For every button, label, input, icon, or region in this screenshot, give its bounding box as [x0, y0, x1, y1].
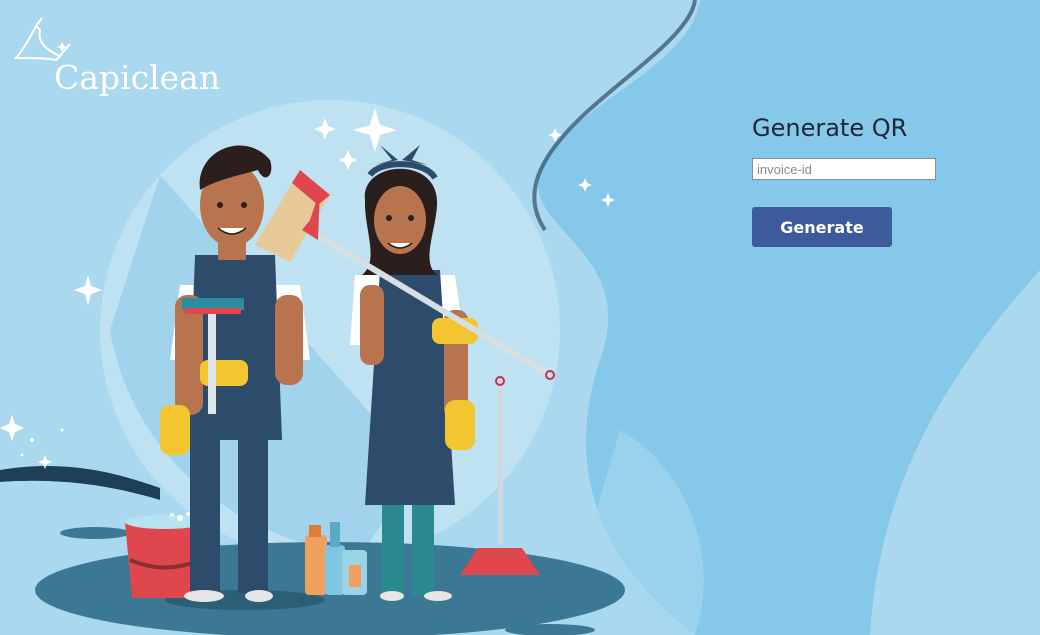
page-title: Generate QR: [752, 114, 908, 142]
invoice-id-input[interactable]: [752, 158, 936, 180]
sparkle-icon: [0, 415, 24, 441]
sparkle-icon: [74, 275, 102, 305]
floor-puddle: [60, 527, 130, 539]
generate-button[interactable]: Generate: [752, 207, 892, 247]
brand-name: Capiclean: [54, 58, 221, 97]
brand-logo: Capiclean: [14, 16, 220, 97]
qr-form: Generate QR Generate: [752, 114, 992, 247]
